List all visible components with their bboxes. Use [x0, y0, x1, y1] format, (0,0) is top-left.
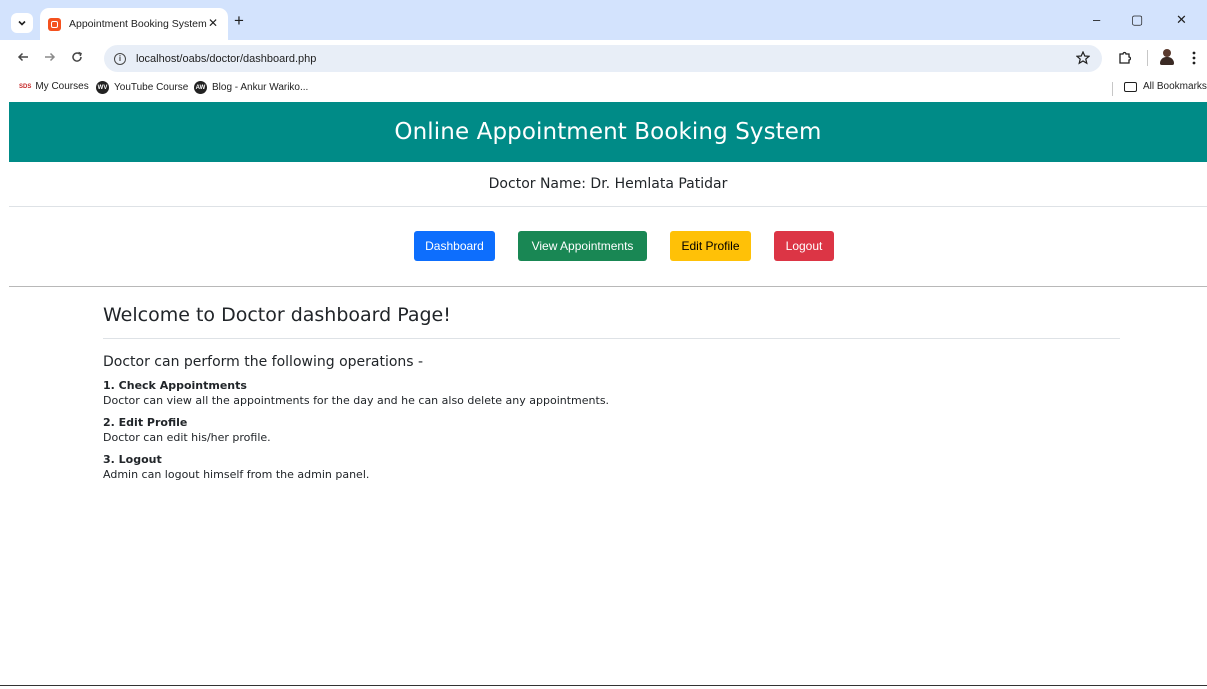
operation-title: 2. Edit Profile	[103, 416, 188, 429]
address-bar[interactable]: i localhost/oabs/doctor/dashboard.php	[104, 45, 1102, 72]
doctor-name: Doctor Name: Dr. Hemlata Patidar	[488, 176, 728, 192]
toolbar-divider	[1147, 50, 1148, 66]
dashboard-content: Welcome to Doctor dashboard Page! Doctor…	[103, 303, 1120, 483]
site-header: Online Appointment Booking System	[9, 102, 1207, 162]
restore-icon[interactable]: ▢	[1131, 12, 1143, 28]
new-tab-icon[interactable]: +	[234, 12, 244, 29]
bookmark-label: My Courses	[35, 81, 89, 92]
wv-logo-icon: WV	[96, 81, 109, 94]
view-appointments-button[interactable]: View Appointments	[518, 231, 647, 261]
back-arrow-icon[interactable]	[17, 51, 29, 63]
star-icon[interactable]	[1076, 51, 1090, 65]
dashboard-button[interactable]: Dashboard	[414, 231, 495, 261]
operations-heading: Doctor can perform the following operati…	[103, 354, 424, 370]
close-window-icon[interactable]: ✕	[1176, 12, 1187, 28]
aw-logo-icon: AW	[194, 81, 207, 94]
bookmark-my-courses[interactable]: SDS My Courses	[19, 81, 89, 92]
chevron-down-icon	[18, 20, 26, 26]
welcome-heading: Welcome to Doctor dashboard Page!	[103, 303, 1120, 339]
site-title: Online Appointment Booking System	[394, 119, 822, 145]
puzzle-icon[interactable]	[1118, 51, 1131, 65]
xampp-favicon-icon	[48, 17, 61, 31]
bookmark-blog-ankur[interactable]: AW Blog - Ankur Wariko...	[194, 81, 308, 94]
profile-avatar[interactable]	[1160, 49, 1174, 65]
nav-buttons: Dashboard View Appointments Edit Profile…	[9, 231, 1207, 261]
folder-icon	[1124, 81, 1137, 92]
logout-button[interactable]: Logout	[774, 231, 834, 261]
tab-appointment-booking[interactable]: Appointment Booking System ✕	[40, 8, 228, 40]
divider	[9, 286, 1207, 287]
url-text[interactable]: localhost/oabs/doctor/dashboard.php	[136, 53, 316, 65]
tab-close-icon[interactable]: ✕	[208, 16, 218, 30]
web-page: Online Appointment Booking System Doctor…	[9, 102, 1207, 685]
doctor-name-bar: Doctor Name: Dr. Hemlata Patidar	[9, 162, 1207, 207]
bookmark-youtube-course[interactable]: WV YouTube Course	[96, 81, 188, 94]
all-bookmarks-label: All Bookmarks	[1143, 81, 1207, 92]
operation-description: Doctor can view all the appointments for…	[103, 394, 610, 407]
operation-title: 3. Logout	[103, 453, 162, 466]
bookmark-logo-icon: SDS	[19, 83, 32, 90]
browser-toolbar: i localhost/oabs/doctor/dashboard.php	[0, 40, 1207, 76]
info-icon[interactable]: i	[114, 52, 126, 65]
bookmarks-bar: SDS My Courses WV YouTube Course AW Blog…	[0, 76, 1207, 102]
bookmark-label: YouTube Course	[114, 82, 189, 93]
reload-icon[interactable]	[71, 51, 83, 63]
forward-arrow-icon[interactable]	[44, 51, 56, 63]
tab-search-button[interactable]	[11, 13, 33, 33]
browser-tab-bar: Appointment Booking System ✕ + – ▢ ✕	[0, 0, 1207, 40]
minimize-icon[interactable]: –	[1093, 12, 1100, 27]
tab-title: Appointment Booking System	[69, 18, 207, 30]
operation-description: Admin can logout himself from the admin …	[103, 468, 370, 481]
all-bookmarks-button[interactable]: All Bookmarks	[1124, 81, 1207, 92]
edit-profile-button[interactable]: Edit Profile	[670, 231, 751, 261]
operation-description: Doctor can edit his/her profile.	[103, 431, 271, 444]
kebab-menu-icon[interactable]	[1192, 51, 1196, 65]
bookmarks-divider	[1112, 82, 1113, 96]
window-bottom-border	[0, 685, 1207, 686]
bookmark-label: Blog - Ankur Wariko...	[212, 82, 309, 93]
operation-title: 1. Check Appointments	[103, 379, 247, 392]
